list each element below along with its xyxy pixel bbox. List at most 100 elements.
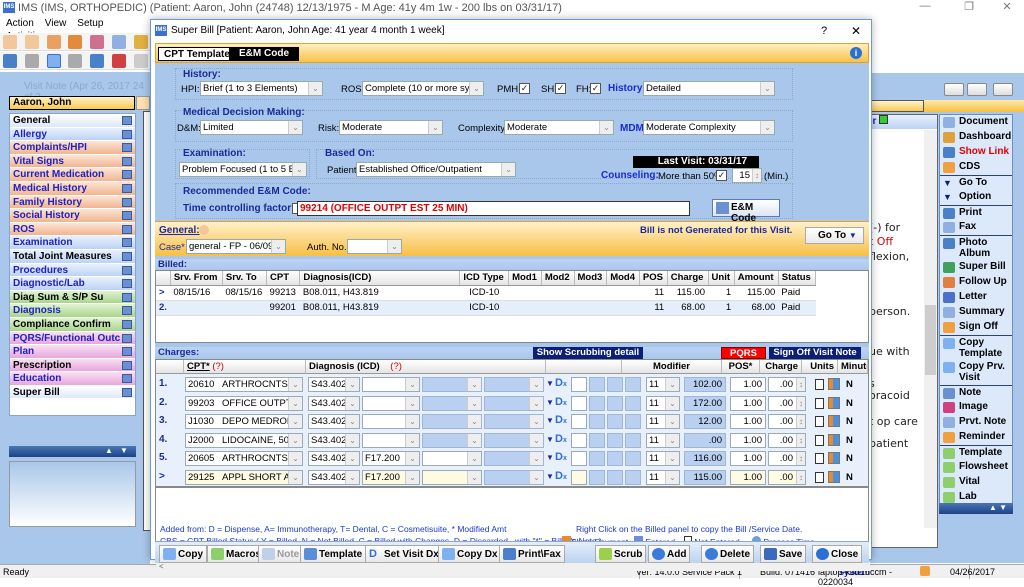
chevron-down-icon[interactable]: ⌄ bbox=[288, 452, 302, 465]
diagnosis-4-select[interactable]: ⌄ bbox=[484, 377, 544, 392]
triangle-down-icon[interactable]: ▼ bbox=[546, 379, 554, 388]
dx-icon[interactable]: Dx bbox=[555, 451, 567, 463]
diagnosis-4-select[interactable]: ⌄ bbox=[484, 395, 544, 411]
modifier-2-input[interactable] bbox=[589, 469, 605, 485]
scroll-up-icon[interactable]: ▲ bbox=[105, 446, 113, 455]
billed-grid[interactable]: Srv. From Srv. To CPT Diagnosis(ICD) ICD Typ… bbox=[155, 270, 870, 571]
billed-col-header[interactable]: POS bbox=[639, 271, 668, 286]
spinner-icon[interactable]: ↕ bbox=[796, 415, 805, 428]
action-dashboard[interactable]: Dashboard bbox=[940, 130, 1012, 145]
sidebar-item-education[interactable]: Education bbox=[10, 372, 135, 386]
spinner-icon[interactable]: ↕ bbox=[752, 169, 761, 182]
note-edit-icon[interactable] bbox=[122, 333, 132, 343]
chevron-down-icon[interactable]: ⌄ bbox=[467, 415, 481, 428]
diagnosis-3-select[interactable]: ⌄ bbox=[422, 395, 482, 411]
tab-cpt-template[interactable]: CPT Template bbox=[158, 47, 236, 61]
diagnosis-2-select[interactable]: F17.200 ⌄ bbox=[362, 451, 420, 466]
minutes-spinner[interactable]: .00 ↕ bbox=[768, 395, 806, 411]
note-edit-icon[interactable] bbox=[122, 238, 132, 248]
sidebar-item-compliance-confirm[interactable]: Compliance Confirm bbox=[10, 317, 135, 332]
sh-checkbox[interactable]: ✓ bbox=[555, 83, 566, 94]
note-icon[interactable] bbox=[815, 453, 824, 464]
folder-icon[interactable] bbox=[68, 35, 83, 49]
note-edit-icon[interactable] bbox=[122, 183, 132, 193]
macros-button[interactable]: Macros bbox=[207, 545, 266, 563]
cpt-select[interactable]: 99203 OFFICE OUTPT N ⌄ bbox=[185, 395, 303, 411]
billed-col-header[interactable]: CPT bbox=[266, 271, 301, 286]
info-icon[interactable]: i bbox=[850, 47, 862, 59]
payment-icon[interactable] bbox=[828, 396, 840, 409]
billed-col-header[interactable]: Amount bbox=[734, 271, 779, 286]
action-reminder[interactable]: Reminder bbox=[940, 430, 1012, 445]
chevron-down-icon[interactable]: ⌄ bbox=[405, 415, 419, 428]
charge-value[interactable]: 115.00 bbox=[684, 469, 726, 485]
chevron-down-icon[interactable]: ⌄ bbox=[665, 452, 679, 465]
action-sign-off[interactable]: Sign Off bbox=[940, 320, 1012, 335]
modifier-2-input[interactable] bbox=[589, 395, 605, 411]
modifier-4-input[interactable] bbox=[625, 414, 641, 429]
close-icon[interactable] bbox=[993, 83, 1013, 96]
chevron-down-icon[interactable]: ⌄ bbox=[345, 433, 359, 447]
diag-help-icon[interactable]: (?) bbox=[390, 361, 402, 372]
copy-dx-button[interactable]: Copy Dx bbox=[438, 545, 502, 563]
dx-icon[interactable]: Dx bbox=[555, 414, 567, 426]
fh-checkbox[interactable]: ✓ bbox=[590, 83, 601, 94]
pos-select[interactable]: 11 ⌄ bbox=[646, 432, 680, 448]
action-go-to[interactable]: ▼ Go To bbox=[940, 175, 1012, 190]
chevron-down-icon[interactable]: ⌄ bbox=[345, 396, 359, 410]
billed-col-header[interactable]: Charge bbox=[667, 271, 709, 286]
note-edit-icon[interactable] bbox=[122, 360, 132, 370]
spinner-icon[interactable]: ↕ bbox=[796, 378, 805, 391]
menu-setup[interactable]: Setup bbox=[71, 16, 108, 29]
sidebar-item-allergy[interactable]: Allergy bbox=[10, 127, 135, 142]
payment-icon[interactable] bbox=[828, 378, 840, 390]
chevron-down-icon[interactable]: ⌄ bbox=[405, 452, 419, 465]
delete-button[interactable]: Delete bbox=[701, 545, 755, 563]
diagnosis-2-select[interactable]: ⌄ bbox=[362, 414, 420, 429]
cpt-select[interactable]: J2000 LIDOCAINE, 50cc ⌄ bbox=[185, 432, 303, 448]
modifier-2-input[interactable] bbox=[589, 432, 605, 448]
billed-col-header[interactable]: Unit bbox=[708, 271, 735, 286]
add-button[interactable]: Add bbox=[648, 545, 691, 563]
chevron-down-icon[interactable]: ⌄ bbox=[288, 470, 302, 484]
sidebar-item-current-medication[interactable]: Current Medication bbox=[10, 168, 135, 182]
restore-icon[interactable]: ❐ bbox=[952, 0, 986, 16]
chevron-down-icon[interactable]: ⌄ bbox=[288, 415, 302, 428]
note-edit-icon[interactable] bbox=[122, 251, 132, 261]
exam-select[interactable]: Problem Focused (1 to 5 Elemen ⌄ bbox=[179, 162, 307, 177]
note-icon[interactable] bbox=[815, 471, 824, 483]
billed-col-header[interactable]: Mod1 bbox=[508, 271, 542, 286]
chevron-down-icon[interactable]: ⌄ bbox=[405, 396, 419, 410]
billed-col-header[interactable]: Diagnosis(ICD) bbox=[299, 271, 461, 286]
note-icon[interactable] bbox=[815, 416, 824, 427]
counseling-minutes-spinner[interactable]: 15 ↕ bbox=[732, 168, 762, 183]
menu-view[interactable]: View bbox=[39, 16, 72, 29]
action-fax[interactable]: Fax bbox=[940, 220, 1012, 235]
modifier-1-input[interactable] bbox=[571, 395, 587, 411]
note-edit-icon[interactable] bbox=[122, 170, 132, 180]
action-panel-scroll[interactable]: ▲ ▼ bbox=[939, 503, 1013, 514]
sidebar-item-examination[interactable]: Examination bbox=[10, 236, 135, 250]
spinner-icon[interactable]: ↕ bbox=[796, 470, 805, 484]
billed-col-header[interactable] bbox=[156, 271, 171, 286]
chevron-down-icon[interactable]: ⌄ bbox=[529, 452, 543, 465]
em-code-button[interactable]: E&M Code bbox=[712, 199, 780, 224]
action-image[interactable]: Image bbox=[940, 400, 1012, 415]
diagnosis-2-select[interactable]: ⌄ bbox=[362, 432, 420, 448]
action-option[interactable]: ▼ Option bbox=[940, 190, 1012, 205]
units-input[interactable]: 1.00 bbox=[730, 469, 766, 485]
chevron-down-icon[interactable]: ⌄ bbox=[665, 470, 679, 484]
show-scrubbing-button[interactable]: Show Scrubbing detail bbox=[533, 347, 643, 359]
patient-type-select[interactable]: Established Office/Outpatient ⌄ bbox=[356, 162, 516, 177]
billed-col-header[interactable]: Mod4 bbox=[606, 271, 640, 286]
units-input[interactable]: 1.00 bbox=[730, 395, 766, 411]
charge-value[interactable]: 116.00 bbox=[684, 451, 726, 466]
sidebar-item-total-joint-measures[interactable]: Total Joint Measures bbox=[10, 249, 135, 264]
scroll-down-icon[interactable]: ▼ bbox=[120, 446, 128, 455]
diagnosis-1-select[interactable]: S43.402A ⌄ bbox=[308, 469, 360, 485]
note-edit-icon[interactable] bbox=[122, 156, 132, 166]
diagnosis-1-select[interactable]: S43.402A ⌄ bbox=[308, 451, 360, 466]
copy-button[interactable]: Copy bbox=[159, 545, 207, 563]
action-print[interactable]: Print bbox=[940, 205, 1012, 220]
patient-icon[interactable] bbox=[3, 35, 17, 49]
